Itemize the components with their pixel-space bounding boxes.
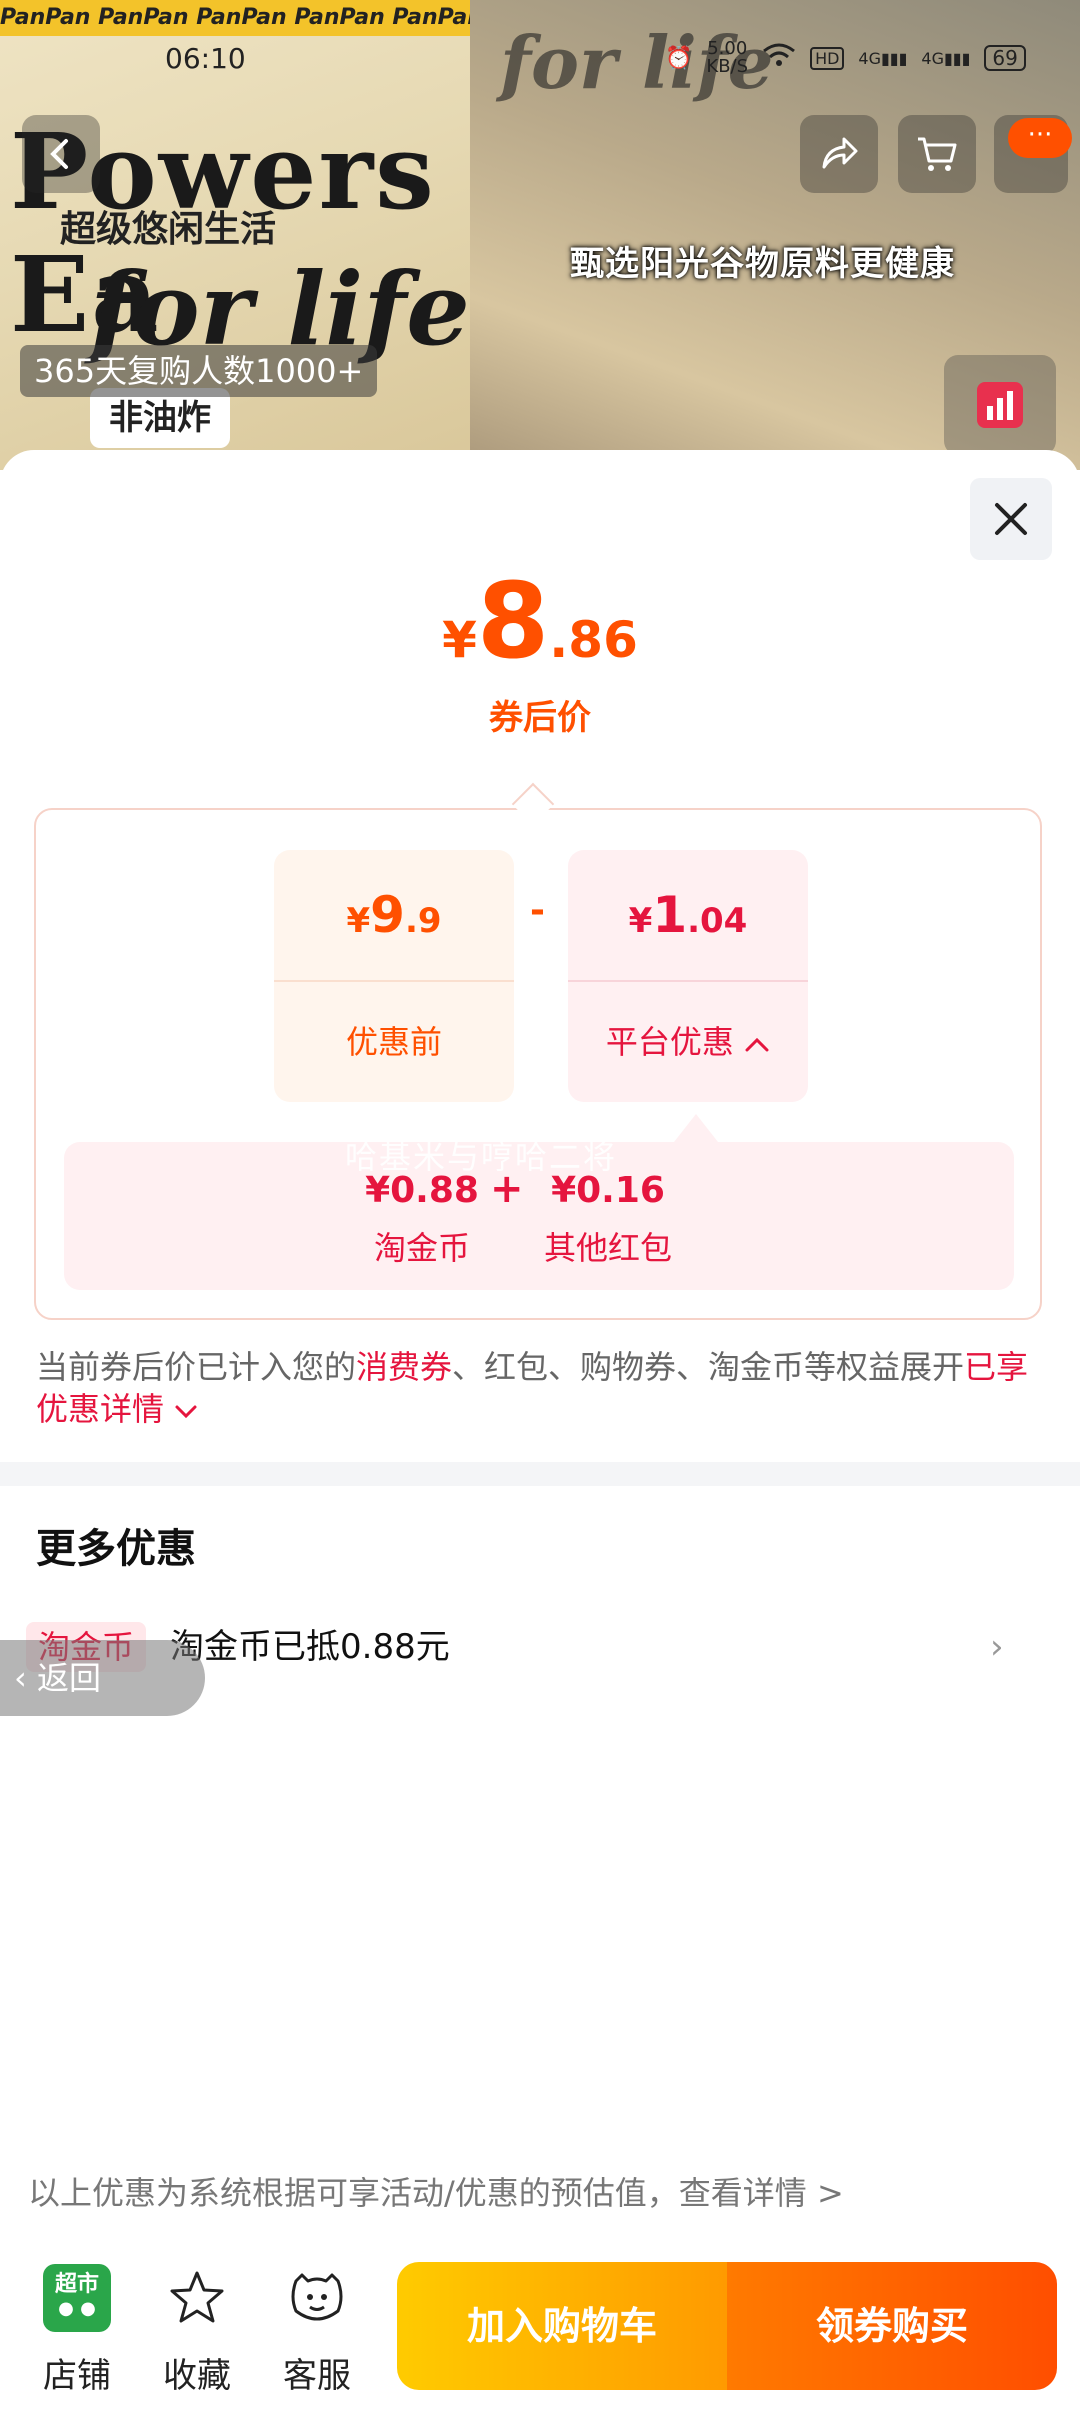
battery-icon: 69 — [984, 45, 1026, 71]
customer-service-button[interactable]: 客服 — [267, 2262, 367, 2397]
red-packet-label: 其他红包 — [543, 1229, 672, 1267]
status-time: 06:10 — [165, 42, 246, 75]
price-currency: ¥ — [442, 611, 477, 669]
platform-discount-label: 平台优惠 — [568, 982, 808, 1102]
minus-sign: - — [530, 890, 545, 931]
shop-label: 店铺 — [43, 2356, 111, 2396]
consumption-coupon-link[interactable]: 消费券 — [356, 1348, 452, 1386]
share-button[interactable] — [800, 115, 878, 193]
price-note: 当前券后价已计入您的消费券、红包、购物券、淘金币等权益展开已享优惠详情 — [36, 1346, 1046, 1430]
product-image-area[interactable]: PanPan PanPan PanPan PanPan PanPan Power… — [0, 0, 1080, 470]
message-badge[interactable]: ··· — [1008, 118, 1072, 158]
platform-discount: ¥1.04 — [628, 886, 748, 944]
close-icon — [995, 503, 1027, 535]
final-price: ¥8.86 — [0, 560, 1080, 682]
taojinbi-discount: ¥0.88 淘金币 — [362, 1170, 482, 1269]
original-price-card: ¥9.9 优惠前 — [274, 850, 514, 1102]
taojinbi-label: 淘金币 — [373, 1229, 470, 1267]
close-button[interactable] — [970, 478, 1052, 560]
price-integer: 8 — [476, 560, 550, 682]
star-icon — [170, 2271, 224, 2323]
share-icon — [822, 137, 858, 169]
chevron-right-icon: › — [990, 1627, 1004, 1667]
chevron-left-icon: ‹ — [14, 1659, 27, 1697]
red-packet-discount: ¥0.16 其他红包 — [538, 1170, 678, 1269]
back-button[interactable] — [22, 115, 100, 193]
service-icon — [291, 2273, 343, 2321]
status-icons: ⏰ 5.00 KB/S HD 4G▮▮▮ 4G▮▮▮ 69 — [665, 40, 1026, 76]
chevron-left-icon — [50, 139, 68, 169]
product-subtitle: 超级悠闲生活 — [60, 209, 277, 250]
chevron-up-icon — [745, 1037, 769, 1052]
price-detail-sheet — [0, 450, 1080, 2412]
chevron-down-icon — [175, 1405, 197, 1419]
note-text-2: 、红包、购物券、淘金币等权益展开 — [452, 1348, 965, 1386]
brand-strip: PanPan PanPan PanPan PanPan PanPan — [0, 0, 470, 36]
subtitle-overlay: 哈基米与哼哈二将 — [345, 1138, 618, 1176]
original-price-label: 优惠前 — [345, 1023, 442, 1061]
hd-badge: HD — [810, 46, 845, 70]
price-decimal: .86 — [549, 611, 638, 669]
estimate-footnote[interactable]: 以上优惠为系统根据可享活动/优惠的预估值，查看详情 > — [28, 2168, 844, 2214]
sub-panel-pointer — [674, 1114, 718, 1142]
cart-button[interactable] — [898, 115, 976, 193]
network-speed: 5.00 KB/S — [706, 38, 749, 77]
floating-back-button[interactable]: ‹ 返回 — [0, 1640, 205, 1716]
taojinbi-offer-text: 淘金币已抵0.88元 — [170, 1627, 450, 1667]
add-to-cart-button[interactable]: 加入购物车 — [397, 2262, 727, 2390]
platform-discount-card[interactable]: ¥1.04 平台优惠 — [568, 850, 808, 1102]
shop-button[interactable]: 超市 ● ● 店铺 — [27, 2262, 127, 2397]
repurchase-badge: 365天复购人数1000+ — [20, 345, 378, 397]
final-price-caption: 券后价 — [489, 698, 591, 738]
alarm-icon: ⏰ — [665, 45, 693, 71]
buy-now-button[interactable]: 领券购买 — [727, 2262, 1057, 2390]
original-price: ¥9.9 — [346, 886, 442, 944]
stats-button[interactable] — [944, 355, 1056, 455]
signal-2: 4G▮▮▮ — [921, 48, 971, 68]
wifi-icon — [762, 42, 796, 74]
product-sticker: 非油炸 — [90, 388, 230, 448]
more-offers-title: 更多优惠 — [36, 1526, 196, 1572]
tmall-supermarket-icon: 超市 ● ● — [43, 2264, 111, 2332]
note-text: 当前券后价已计入您的 — [36, 1348, 357, 1386]
signal-1: 4G▮▮▮ — [858, 48, 908, 68]
favorite-button[interactable]: 收藏 — [147, 2262, 247, 2397]
cart-icon — [918, 137, 957, 171]
product-caption: 甄选阳光谷物原料更健康 — [570, 244, 955, 284]
section-divider — [0, 1462, 1080, 1486]
bar-chart-icon — [977, 382, 1023, 428]
service-label: 客服 — [283, 2356, 351, 2396]
back-label: 返回 — [36, 1659, 101, 1697]
favorite-label: 收藏 — [163, 2356, 231, 2396]
